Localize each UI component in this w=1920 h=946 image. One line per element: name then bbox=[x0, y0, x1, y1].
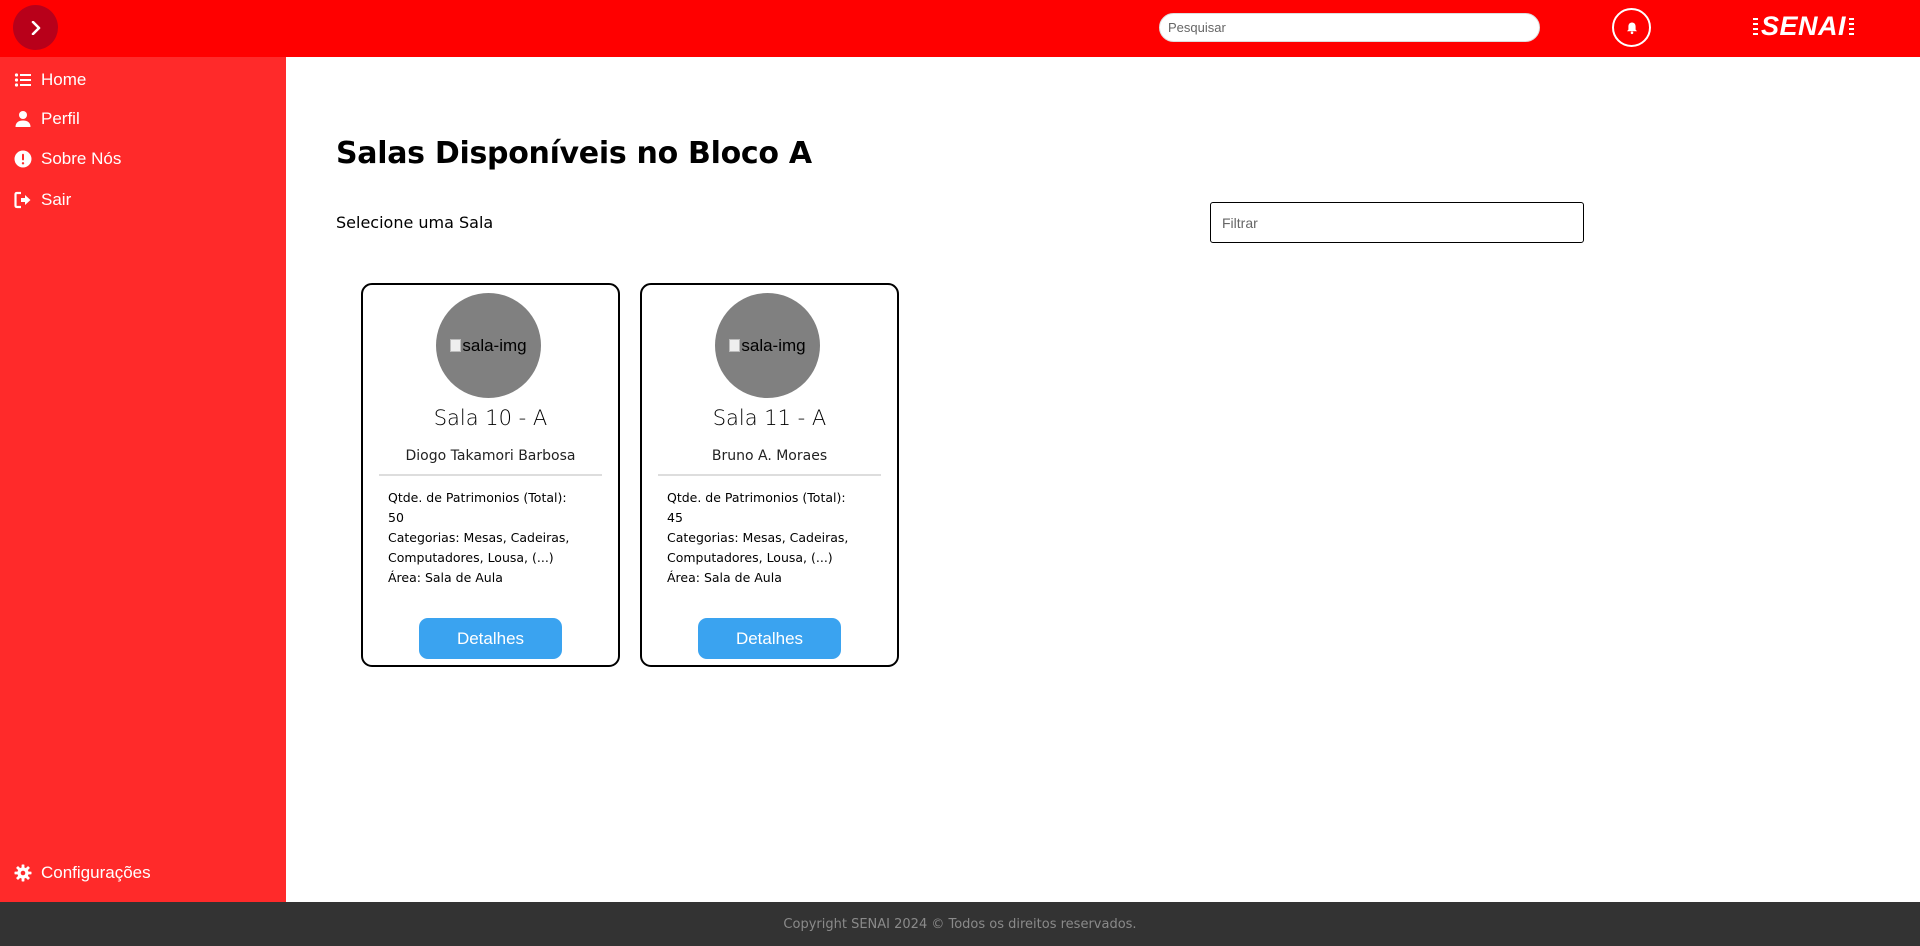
filter-input[interactable] bbox=[1210, 202, 1584, 243]
categorias-text: Categorias: Mesas, Cadeiras, Computadore… bbox=[667, 530, 849, 565]
broken-image-icon bbox=[729, 339, 741, 352]
patrimonios-value: 50 bbox=[388, 510, 404, 525]
senai-logo: SENAI bbox=[1750, 11, 1857, 41]
sidebar-item-label: Home bbox=[41, 70, 87, 89]
area-text: Área: Sala de Aula bbox=[388, 570, 503, 585]
room-image-alt: sala-img bbox=[741, 335, 806, 355]
room-image-alt: sala-img bbox=[462, 335, 527, 355]
sidebar-item-perfil[interactable]: Perfil bbox=[14, 109, 80, 129]
room-name: Sala 10 - A bbox=[433, 406, 548, 430]
room-responsible: Diogo Takamori Barbosa bbox=[405, 448, 576, 464]
sidebar-item-label: Sair bbox=[41, 190, 72, 209]
area-text: Área: Sala de Aula bbox=[667, 570, 782, 585]
copyright-text: Copyright SENAI 2024 © Todos os direitos… bbox=[783, 916, 1137, 932]
page-title: Salas Disponíveis no Bloco A bbox=[336, 136, 812, 171]
top-bar: SENAI bbox=[0, 0, 1920, 57]
sidebar-item-label: Configurações bbox=[41, 863, 151, 882]
list-icon bbox=[14, 73, 31, 87]
user-icon bbox=[15, 111, 31, 127]
sidebar-item-home[interactable]: Home bbox=[14, 70, 86, 90]
sidebar-toggle-button[interactable] bbox=[13, 5, 58, 50]
room-card: sala-img Sala 10 - A Diogo Takamori Barb… bbox=[361, 283, 620, 667]
notifications-button[interactable] bbox=[1612, 8, 1651, 47]
search-input[interactable] bbox=[1159, 13, 1540, 42]
card-divider bbox=[379, 474, 602, 476]
patrimonios-value: 45 bbox=[667, 510, 683, 525]
patrimonios-label: Qtde. de Patrimonios (Total): bbox=[667, 490, 846, 505]
sidebar-item-label: Perfil bbox=[41, 109, 80, 128]
sidebar-item-label: Sobre Nós bbox=[41, 149, 122, 168]
room-image: sala-img bbox=[715, 293, 820, 398]
broken-image-icon bbox=[450, 339, 462, 352]
room-info: Qtde. de Patrimonios (Total): 45 Categor… bbox=[667, 488, 877, 588]
room-info: Qtde. de Patrimonios (Total): 50 Categor… bbox=[388, 488, 598, 588]
room-card: sala-img Sala 11 - A Bruno A. Moraes Qtd… bbox=[640, 283, 899, 667]
room-name: Sala 11 - A bbox=[712, 406, 827, 430]
card-divider bbox=[658, 474, 881, 476]
gear-icon bbox=[14, 864, 32, 882]
sidebar-item-sair[interactable]: Sair bbox=[14, 190, 71, 210]
footer: Copyright SENAI 2024 © Todos os direitos… bbox=[0, 902, 1920, 946]
sign-out-icon bbox=[14, 191, 31, 209]
sidebar-item-sobre-nos[interactable]: Sobre Nós bbox=[14, 149, 121, 169]
patrimonios-label: Qtde. de Patrimonios (Total): bbox=[388, 490, 567, 505]
room-responsible: Bruno A. Moraes bbox=[711, 448, 828, 464]
main-content: Salas Disponíveis no Bloco A Selecione u… bbox=[286, 57, 1920, 902]
bell-icon bbox=[1626, 22, 1637, 34]
detalhes-button[interactable]: Detalhes bbox=[698, 618, 841, 659]
page-subtitle: Selecione uma Sala bbox=[336, 213, 494, 232]
logo-text: SENAI bbox=[1761, 11, 1847, 41]
chevron-right-icon bbox=[31, 20, 40, 35]
logo-lines-right bbox=[1849, 17, 1855, 35]
exclamation-circle-icon bbox=[14, 150, 32, 168]
room-image: sala-img bbox=[436, 293, 541, 398]
sidebar-item-configuracoes[interactable]: Configurações bbox=[14, 863, 151, 883]
sidebar: Home Perfil Sobre Nós Sair Configurações bbox=[0, 57, 286, 902]
logo-lines-left bbox=[1753, 17, 1758, 35]
categorias-text: Categorias: Mesas, Cadeiras, Computadore… bbox=[388, 530, 570, 565]
detalhes-button[interactable]: Detalhes bbox=[419, 618, 562, 659]
